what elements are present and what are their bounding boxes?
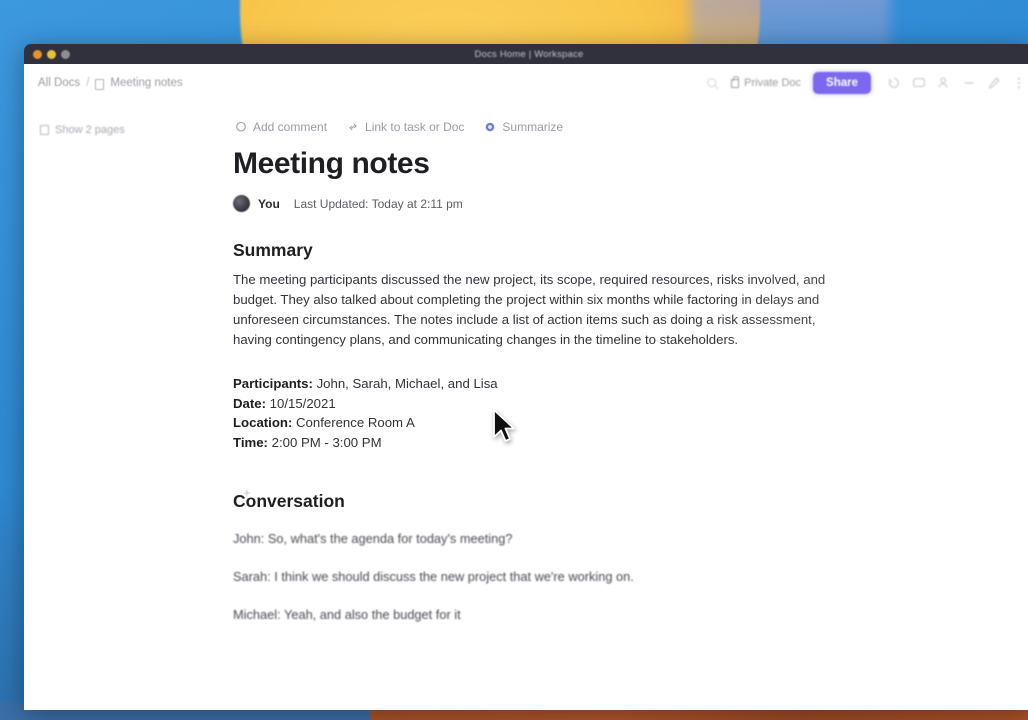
page-title[interactable]: Meeting notes	[231, 147, 994, 181]
meeting-metadata: Participants: John, Sarah, Michael, and …	[231, 374, 994, 453]
meta-label-participants: Participants:	[233, 376, 313, 391]
meta-value-date: 10/15/2021	[269, 395, 336, 411]
conversation-line: Sarah: I think we should discuss the new…	[233, 568, 634, 584]
ai-sparkle-icon	[486, 122, 495, 132]
document-actions-toolbar: Add comment Link to task or Doc Summariz…	[231, 120, 994, 134]
app-root: All Docs / Meeting notes Private Doc Sha…	[24, 64, 1028, 710]
lock-icon	[731, 75, 740, 88]
privacy-indicator[interactable]: Private Doc	[731, 75, 802, 89]
privacy-label: Private Doc	[744, 77, 802, 89]
window-titlebar: Docs Home | Workspace	[24, 44, 1028, 64]
minimize-icon[interactable]	[962, 76, 976, 90]
show-pages-label: Show 2 pages	[55, 124, 125, 136]
breadcrumb[interactable]: All Docs / Meeting notes	[38, 77, 183, 90]
document-icon	[95, 78, 105, 90]
breadcrumb-separator: /	[86, 77, 90, 89]
search-icon[interactable]	[706, 77, 719, 90]
document-canvas[interactable]: + Add comment Link to task or Doc Summar…	[229, 102, 1028, 710]
conversation-line: John: So, what's the agenda for today's …	[233, 530, 513, 546]
add-comment-button[interactable]: Add comment	[235, 120, 327, 134]
last-updated-text: Last Updated: Today at 2:11 pm	[293, 196, 463, 211]
meta-value-time: 2:00 PM - 3:00 PM	[271, 435, 382, 451]
meta-label-date: Date:	[233, 395, 266, 411]
summary-heading: Summary	[233, 240, 313, 260]
more-options-icon[interactable]	[1012, 76, 1026, 90]
conversation-line: Michael: Yeah, and also the budget for i…	[233, 606, 461, 622]
link-to-task-label: Link to task or Doc	[365, 120, 465, 134]
meta-row-participants: Participants: John, Sarah, Michael, and …	[233, 374, 994, 394]
meta-label-time: Time:	[233, 435, 268, 451]
app-window: Docs Home | Workspace All Docs / Meeting…	[24, 44, 1028, 710]
link-to-task-button[interactable]: Link to task or Doc	[347, 120, 464, 134]
share-button[interactable]: Share	[813, 72, 871, 94]
doc-sidebar: Show 2 pages	[24, 102, 229, 710]
meta-row-time: Time: 2:00 PM - 3:00 PM	[233, 433, 994, 453]
edit-icon[interactable]	[987, 76, 1001, 90]
meta-value-participants: John, Sarah, Michael, and Lisa	[316, 376, 498, 391]
link-icon	[349, 123, 357, 131]
breadcrumb-all-docs[interactable]: All Docs	[38, 77, 80, 89]
pages-icon	[40, 125, 49, 135]
topbar-right-group: Private Doc Share	[706, 72, 1026, 94]
meta-label-location: Location:	[233, 415, 293, 431]
history-icon[interactable]	[887, 76, 901, 90]
add-block-icon[interactable]: +	[243, 485, 251, 500]
show-pages-toggle[interactable]: Show 2 pages	[40, 124, 229, 136]
summary-paragraph: The meeting participants discussed the n…	[233, 272, 826, 347]
document-byline: You Last Updated: Today at 2:11 pm	[231, 195, 994, 212]
app-body: Show 2 pages + Add comment Link to task …	[24, 102, 1028, 710]
summarize-label: Summarize	[502, 120, 564, 134]
author-name: You	[258, 196, 280, 211]
avatar[interactable]	[233, 195, 250, 212]
comment-bubble-icon	[236, 121, 246, 132]
window-title: Docs Home | Workspace	[474, 48, 584, 60]
topbar-icon-row	[887, 76, 1026, 90]
desktop-background: Docs Home | Workspace All Docs / Meeting…	[0, 0, 1028, 720]
meta-value-location: Conference Room A	[296, 415, 415, 431]
person-add-icon[interactable]	[937, 76, 951, 90]
summarize-button[interactable]: Summarize	[484, 120, 563, 134]
app-topbar: All Docs / Meeting notes Private Doc Sha…	[24, 64, 1028, 102]
conversation-heading: Conversation	[233, 490, 345, 511]
meta-row-location: Location: Conference Room A	[233, 413, 994, 433]
breadcrumb-current[interactable]: Meeting notes	[110, 77, 182, 89]
comment-icon[interactable]	[912, 76, 926, 90]
add-comment-label: Add comment	[253, 120, 328, 134]
meta-row-date: Date: 10/15/2021	[233, 394, 994, 414]
